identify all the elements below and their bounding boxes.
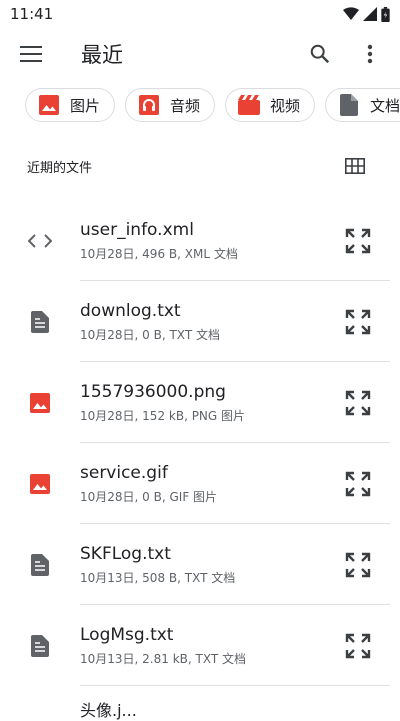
expand-button[interactable] xyxy=(342,630,374,662)
file-name: service.gif xyxy=(80,463,168,483)
search-button[interactable] xyxy=(300,34,340,74)
file-list: user_info.xml 10月28日, 496 B, XML 文档 down… xyxy=(0,200,400,686)
more-options-button[interactable] xyxy=(350,34,390,74)
file-row[interactable]: user_info.xml 10月28日, 496 B, XML 文档 xyxy=(0,200,400,281)
chip-label: 文档 xyxy=(370,96,400,115)
battery-icon xyxy=(381,6,390,22)
expand-icon xyxy=(345,309,371,334)
expand-icon xyxy=(345,552,371,577)
search-icon xyxy=(310,44,330,64)
filter-chips: 图片 音频 视频 文档 xyxy=(25,88,400,126)
partial-file-name: 头像.j... xyxy=(80,701,137,720)
document-icon xyxy=(338,94,360,116)
file-meta: 10月28日, 496 B, XML 文档 xyxy=(80,247,238,261)
menu-button[interactable] xyxy=(11,34,51,74)
file-meta: 10月13日, 508 B, TXT 文档 xyxy=(80,571,236,585)
expand-icon xyxy=(345,471,371,496)
grid-view-icon xyxy=(345,158,365,174)
document-icon xyxy=(28,310,52,334)
chip-audio[interactable]: 音频 xyxy=(125,88,216,122)
chip-label: 音频 xyxy=(170,96,201,115)
expand-button[interactable] xyxy=(342,468,374,500)
status-time: 11:41 xyxy=(10,5,54,23)
headphones-icon xyxy=(138,94,160,116)
file-row[interactable]: downlog.txt 10月28日, 0 B, TXT 文档 xyxy=(0,281,400,362)
hamburger-menu-icon xyxy=(20,46,42,62)
chip-documents[interactable]: 文档 xyxy=(325,88,400,122)
file-meta: 10月28日, 152 kB, PNG 图片 xyxy=(80,409,246,423)
app-bar: 最近 xyxy=(0,28,400,80)
recent-files-header: 近期的文件 xyxy=(27,150,367,182)
status-bar: 11:41 xyxy=(0,0,400,28)
expand-button[interactable] xyxy=(342,225,374,257)
file-name: user_info.xml xyxy=(80,220,194,240)
document-icon xyxy=(28,634,52,658)
image-icon xyxy=(28,391,52,415)
code-icon xyxy=(28,229,52,253)
divider xyxy=(80,685,390,686)
section-title: 近期的文件 xyxy=(27,160,93,176)
file-name: 1557936000.png xyxy=(80,382,226,402)
file-row[interactable]: SKFLog.txt 10月13日, 508 B, TXT 文档 xyxy=(0,524,400,605)
chip-videos[interactable]: 视频 xyxy=(225,88,316,122)
file-meta: 10月13日, 2.81 kB, TXT 文档 xyxy=(80,652,246,666)
expand-button[interactable] xyxy=(342,549,374,581)
expand-button[interactable] xyxy=(342,306,374,338)
page-title: 最近 xyxy=(81,43,123,67)
image-icon xyxy=(28,472,52,496)
file-meta: 10月28日, 0 B, GIF 图片 xyxy=(80,490,218,504)
chip-images[interactable]: 图片 xyxy=(25,88,116,122)
expand-icon xyxy=(345,390,371,415)
more-vertical-icon xyxy=(367,44,373,64)
signal-icon xyxy=(363,7,377,21)
chip-label: 视频 xyxy=(270,96,301,115)
expand-button[interactable] xyxy=(342,387,374,419)
wifi-icon xyxy=(343,7,359,20)
file-row[interactable]: service.gif 10月28日, 0 B, GIF 图片 xyxy=(0,443,400,524)
file-meta: 10月28日, 0 B, TXT 文档 xyxy=(80,328,220,342)
expand-icon xyxy=(345,633,371,658)
chip-label: 图片 xyxy=(70,96,101,115)
file-name: SKFLog.txt xyxy=(80,544,171,564)
file-row[interactable]: 1557936000.png 10月28日, 152 kB, PNG 图片 xyxy=(0,362,400,443)
document-icon xyxy=(28,553,52,577)
image-icon xyxy=(38,94,60,116)
status-icons xyxy=(343,6,390,22)
expand-icon xyxy=(345,228,371,253)
video-clapper-icon xyxy=(238,94,261,116)
file-name: downlog.txt xyxy=(80,301,181,321)
file-row[interactable]: LogMsg.txt 10月13日, 2.81 kB, TXT 文档 xyxy=(0,605,400,686)
grid-view-button[interactable] xyxy=(343,154,367,178)
file-name: LogMsg.txt xyxy=(80,625,174,645)
